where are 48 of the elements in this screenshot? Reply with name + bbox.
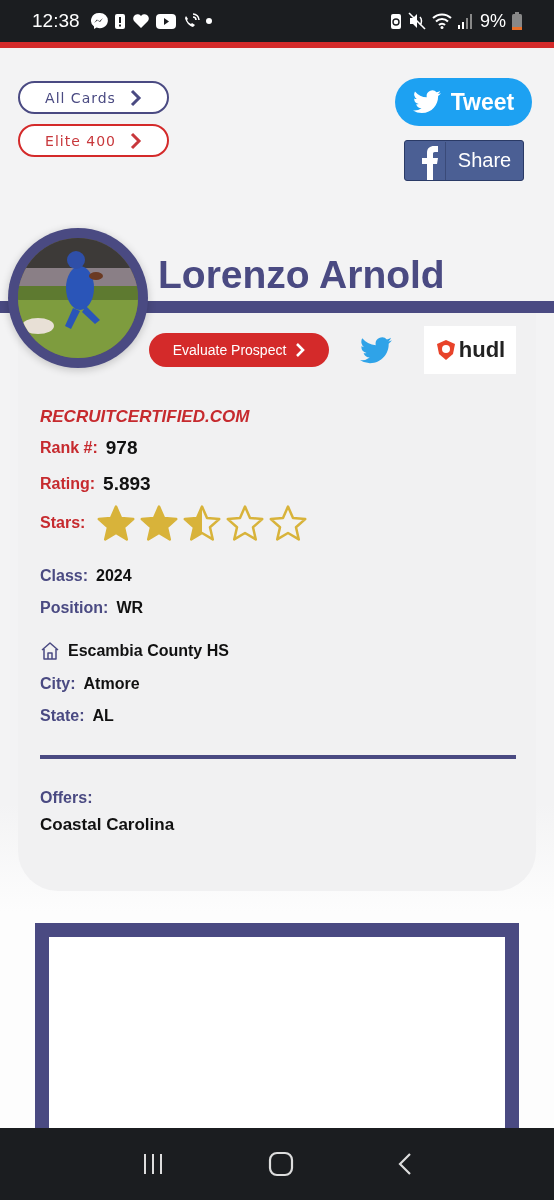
star-icon — [183, 505, 222, 541]
field-label: State: — [40, 707, 85, 725]
evaluate-button[interactable]: Evaluate Prospect — [149, 333, 329, 367]
shield-icon — [434, 339, 457, 361]
rating-label: Rating: — [40, 475, 96, 493]
messenger-icon — [89, 12, 108, 30]
alert-icon — [113, 12, 126, 30]
bird-icon — [412, 90, 441, 114]
nav-button[interactable]: All Cards — [18, 81, 169, 114]
signal-icon — [458, 13, 474, 29]
share-button[interactable]: Share — [404, 140, 524, 181]
chevron-icon — [129, 131, 142, 150]
heart-icon — [131, 13, 150, 29]
field-value: WR — [116, 599, 144, 617]
field-label: Class: — [40, 567, 89, 585]
star-icon — [140, 505, 179, 541]
offer-school: Coastal Carolina — [40, 815, 175, 835]
wifi-icon — [432, 13, 452, 29]
status-time: 12:38 — [32, 10, 80, 32]
nav-button[interactable]: Elite 400 — [18, 124, 169, 157]
player-name: Lorenzo Arnold — [158, 254, 445, 299]
hudl-logo[interactable]: hudl — [424, 326, 516, 374]
field-label: Position: — [40, 599, 109, 617]
video-icon — [155, 13, 176, 29]
field-value: AL — [92, 707, 114, 725]
field-label: City: — [40, 675, 76, 693]
home-button-icon[interactable] — [268, 1151, 294, 1177]
school-name: Escambia County HS — [68, 642, 229, 660]
rank-value: 978 — [105, 437, 138, 459]
battery-saver-icon — [390, 12, 402, 30]
rating-value: 5.893 — [103, 473, 151, 495]
back-icon[interactable] — [396, 1152, 413, 1176]
dot-icon — [205, 18, 212, 24]
mute-icon — [408, 12, 426, 30]
battery-icon — [512, 12, 522, 30]
chevron-icon — [129, 88, 142, 107]
chevron-icon — [295, 342, 306, 358]
field-value: 2024 — [96, 567, 132, 585]
stars-label: Stars: — [40, 514, 86, 532]
home-icon — [40, 641, 60, 661]
battery-percent: 9% — [480, 10, 506, 32]
star-icon — [269, 505, 308, 541]
star-icon — [226, 505, 265, 541]
site-name: RECRUITCERTIFIED.COM — [40, 407, 250, 427]
field-value: Atmore — [83, 675, 140, 693]
star-icon — [97, 505, 136, 541]
offers-label: Offers: — [40, 789, 93, 807]
rank-label: Rank #: — [40, 439, 98, 457]
